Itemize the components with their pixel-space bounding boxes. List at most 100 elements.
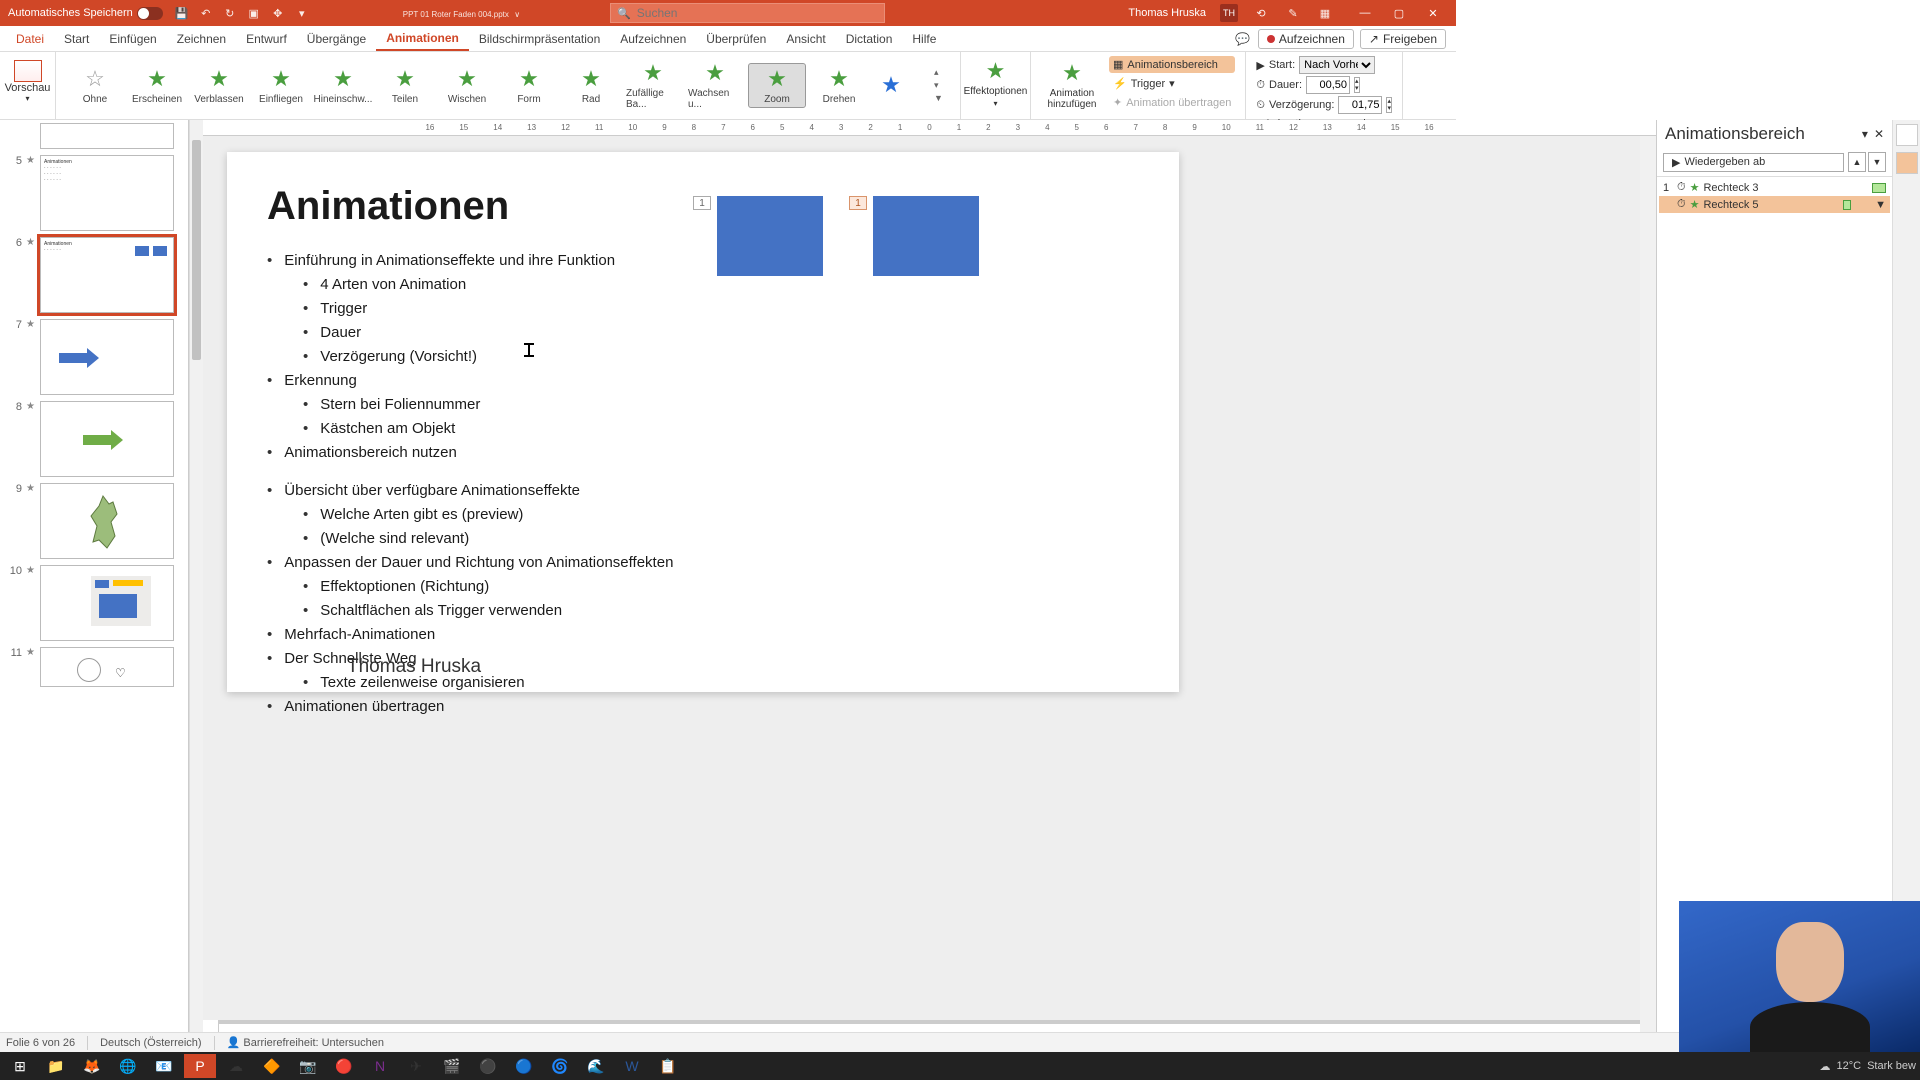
taskbar-firefox[interactable]: 🦊: [76, 1054, 108, 1078]
save-icon[interactable]: 💾: [173, 4, 191, 22]
taskbar-app-2[interactable]: 📷: [292, 1054, 324, 1078]
maximize-button[interactable]: ▢: [1382, 0, 1416, 26]
anim-erscheinen[interactable]: ★Erscheinen: [128, 64, 186, 107]
tab-hilfe[interactable]: Hilfe: [902, 28, 946, 50]
preview-label[interactable]: Vorschau: [5, 82, 51, 94]
taskbar-obs[interactable]: ⚫: [472, 1054, 504, 1078]
taskbar-word[interactable]: W: [616, 1054, 648, 1078]
anim-move-down-button[interactable]: ▼: [1868, 152, 1886, 172]
tab-uebergaenge[interactable]: Übergänge: [297, 28, 376, 50]
effektoptionen-button[interactable]: ★ Effektoptionen ▾: [963, 54, 1029, 108]
pane-close-icon[interactable]: ✕: [1874, 127, 1884, 141]
slide-thumb-9[interactable]: [40, 483, 174, 559]
accessibility-check[interactable]: 👤 Barrierefreiheit: Untersuchen: [227, 1036, 384, 1049]
comments-icon[interactable]: 💬: [1234, 30, 1252, 48]
present-icon[interactable]: ▣: [245, 4, 263, 22]
tab-dictation[interactable]: Dictation: [836, 28, 903, 50]
anim-rad[interactable]: ★Rad: [562, 64, 620, 107]
tab-animationen[interactable]: Animationen: [376, 27, 469, 51]
tab-bildschirmpraesentation[interactable]: Bildschirmpräsentation: [469, 28, 610, 50]
anim-einfliegen[interactable]: ★Einfliegen: [252, 64, 310, 107]
app-icon[interactable]: ▦: [1316, 4, 1334, 22]
start-menu-button[interactable]: ⊞: [4, 1054, 36, 1078]
anim-zoom[interactable]: ★Zoom: [748, 63, 806, 108]
slide-thumb-4[interactable]: [40, 123, 174, 149]
dauer-input[interactable]: [1306, 76, 1350, 94]
tab-start[interactable]: Start: [54, 28, 99, 50]
animation-uebertragen-button[interactable]: ✦ Animation übertragen: [1109, 94, 1235, 111]
user-name[interactable]: Thomas Hruska: [1128, 7, 1206, 19]
animation-hinzufuegen-button[interactable]: ★ Animation hinzufügen: [1041, 56, 1103, 111]
play-from-button[interactable]: ▶ Wiedergeben ab: [1663, 153, 1844, 172]
qat-more-icon[interactable]: ▾: [293, 4, 311, 22]
taskbar-outlook[interactable]: 📧: [148, 1054, 180, 1078]
anim-drehen[interactable]: ★Drehen: [810, 64, 868, 107]
taskbar-app-3[interactable]: 🔴: [328, 1054, 360, 1078]
siderail-btn-1[interactable]: [1896, 124, 1918, 146]
taskbar-app-4[interactable]: 🎬: [436, 1054, 468, 1078]
verz-input[interactable]: [1338, 96, 1382, 114]
undo-icon[interactable]: ↶: [197, 4, 215, 22]
thumbnails-scrollbar[interactable]: [189, 120, 203, 1052]
anim-zufall[interactable]: ★Zufällige Ba...: [624, 58, 682, 112]
tab-ansicht[interactable]: Ansicht: [776, 28, 835, 50]
taskbar-app-7[interactable]: 📋: [652, 1054, 684, 1078]
siderail-btn-2[interactable]: [1896, 152, 1918, 174]
slide-shape-rect-1[interactable]: [717, 196, 823, 276]
animation-tag-2[interactable]: 1: [849, 196, 867, 210]
redo-icon[interactable]: ↻: [221, 4, 239, 22]
slide-shape-rect-2[interactable]: [873, 196, 979, 276]
tab-datei[interactable]: Datei: [6, 28, 54, 50]
file-name[interactable]: PPT 01 Roter Faden 004.pptx ∨: [401, 6, 520, 20]
pen-icon[interactable]: ✎: [1284, 4, 1302, 22]
slide-counter[interactable]: Folie 6 von 26: [6, 1037, 75, 1049]
slide-thumb-6[interactable]: Animationen· · · · · ·: [40, 237, 174, 313]
taskbar-vlc[interactable]: 🔶: [256, 1054, 288, 1078]
anim-springen[interactable]: ★: [872, 70, 930, 100]
gallery-more[interactable]: ▴▾▼: [934, 67, 950, 103]
taskbar-powerpoint[interactable]: P: [184, 1054, 216, 1078]
tab-entwurf[interactable]: Entwurf: [236, 28, 297, 50]
language-indicator[interactable]: Deutsch (Österreich): [100, 1037, 201, 1049]
anim-ohne[interactable]: ☆Ohne: [66, 64, 124, 107]
autosave-toggle[interactable]: Automatisches Speichern: [8, 7, 167, 20]
taskbar-explorer[interactable]: 📁: [40, 1054, 72, 1078]
anim-form[interactable]: ★Form: [500, 64, 558, 107]
pane-collapse-icon[interactable]: ▾: [1862, 127, 1868, 141]
taskbar-telegram[interactable]: ✈: [400, 1054, 432, 1078]
animation-tag-1[interactable]: 1: [693, 196, 711, 210]
touch-icon[interactable]: ✥: [269, 4, 287, 22]
minimize-button[interactable]: —: [1348, 0, 1382, 26]
anim-hineinschweben[interactable]: ★Hineinschw...: [314, 64, 372, 107]
tab-einfuegen[interactable]: Einfügen: [99, 28, 166, 50]
slide-thumb-7[interactable]: [40, 319, 174, 395]
anim-verblassen[interactable]: ★Verblassen: [190, 64, 248, 107]
tab-aufzeichnen[interactable]: Aufzeichnen: [610, 28, 696, 50]
taskbar-chrome[interactable]: 🌐: [112, 1054, 144, 1078]
preview-icon[interactable]: [14, 60, 42, 82]
taskbar-onenote[interactable]: N: [364, 1054, 396, 1078]
share-button[interactable]: ↗Freigeben: [1360, 29, 1446, 49]
taskbar-app-6[interactable]: 🌀: [544, 1054, 576, 1078]
taskbar-weather[interactable]: ☁12°CStark bew: [1820, 1060, 1917, 1073]
user-avatar[interactable]: TH: [1220, 4, 1238, 22]
taskbar-app-5[interactable]: 🔵: [508, 1054, 540, 1078]
animationsbereich-button[interactable]: ▦ Animationsbereich: [1109, 56, 1235, 73]
anim-teilen[interactable]: ★Teilen: [376, 64, 434, 107]
slide-thumb-5[interactable]: Animationen· · · · · ·· · · · · ·· · · ·…: [40, 155, 174, 231]
animation-item-2[interactable]: ⏱★Rechteck 5▼: [1659, 196, 1890, 213]
slide-canvas[interactable]: Animationen Einführung in Animationseffe…: [227, 152, 1179, 692]
anim-wischen[interactable]: ★Wischen: [438, 64, 496, 107]
search-input[interactable]: [637, 6, 878, 20]
anim-wachsen[interactable]: ★Wachsen u...: [686, 58, 744, 112]
trigger-button[interactable]: ⚡ Trigger ▾: [1109, 75, 1235, 92]
animation-item-1[interactable]: 1⏱★Rechteck 3: [1659, 179, 1890, 196]
record-button[interactable]: Aufzeichnen: [1258, 29, 1354, 49]
taskbar-edge[interactable]: 🌊: [580, 1054, 612, 1078]
close-button[interactable]: ✕: [1416, 0, 1450, 26]
slide-thumb-11[interactable]: ♡: [40, 647, 174, 687]
search-box[interactable]: 🔍: [610, 3, 885, 23]
taskbar-app-1[interactable]: ☁: [220, 1054, 252, 1078]
anim-move-up-button[interactable]: ▲: [1848, 152, 1866, 172]
tab-ueberpruefen[interactable]: Überprüfen: [696, 28, 776, 50]
